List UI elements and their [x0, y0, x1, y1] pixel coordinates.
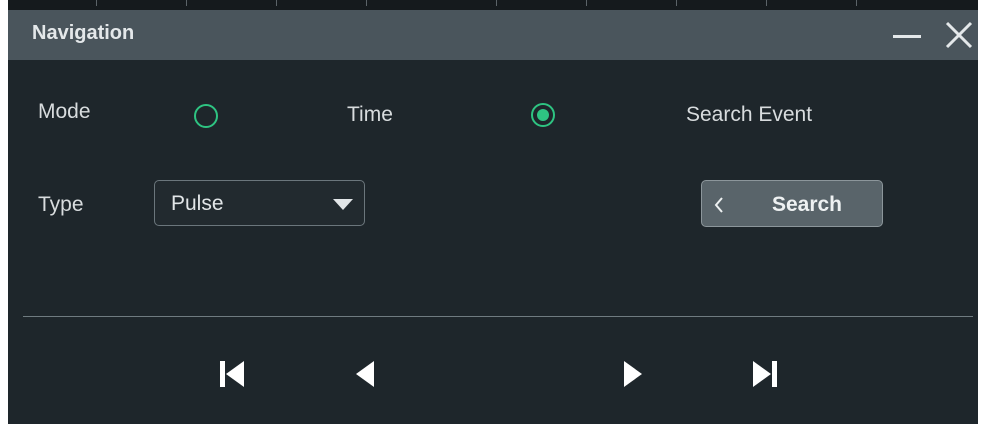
- search-button-label: Search: [771, 193, 843, 216]
- dialog-title: Navigation: [32, 22, 135, 44]
- navigation-dialog: Navigation Mode Time Search Event Type P…: [8, 10, 978, 424]
- type-dropdown[interactable]: Pulse: [154, 180, 365, 226]
- search-button[interactable]: Search: [701, 180, 883, 227]
- type-label: Type: [38, 193, 84, 216]
- dialog-titlebar[interactable]: Navigation: [8, 10, 978, 60]
- mode-label: Mode: [38, 100, 91, 123]
- ruler-tick: [766, 0, 767, 6]
- background-strip: [8, 0, 978, 10]
- next-button[interactable]: [616, 357, 650, 391]
- radio-search-event-label[interactable]: Search Event: [686, 103, 812, 127]
- ruler-tick: [586, 0, 587, 6]
- divider: [23, 316, 973, 317]
- radio-selected-dot: [537, 109, 549, 121]
- skip-to-last-button[interactable]: [748, 357, 782, 391]
- ruler-tick: [676, 0, 677, 6]
- previous-icon: [356, 361, 374, 387]
- skip-to-first-button[interactable]: [215, 357, 249, 391]
- close-icon: [945, 21, 973, 49]
- ruler-tick: [186, 0, 187, 6]
- radio-time[interactable]: [194, 104, 218, 128]
- skip-to-first-icon: [220, 361, 244, 387]
- close-button[interactable]: [942, 18, 976, 52]
- radio-search-event[interactable]: [531, 103, 555, 127]
- ruler-tick: [856, 0, 857, 6]
- caret-down-icon: [333, 199, 353, 210]
- previous-button[interactable]: [348, 357, 382, 391]
- minimize-icon: [893, 35, 921, 38]
- ruler-tick: [496, 0, 497, 6]
- type-dropdown-value: Pulse: [171, 192, 224, 215]
- minimize-button[interactable]: [890, 18, 924, 52]
- skip-to-last-icon: [753, 361, 777, 387]
- ruler-tick: [366, 0, 367, 6]
- radio-time-label[interactable]: Time: [347, 103, 393, 127]
- ruler-tick: [96, 0, 97, 6]
- next-icon: [624, 361, 642, 387]
- ruler-tick: [276, 0, 277, 6]
